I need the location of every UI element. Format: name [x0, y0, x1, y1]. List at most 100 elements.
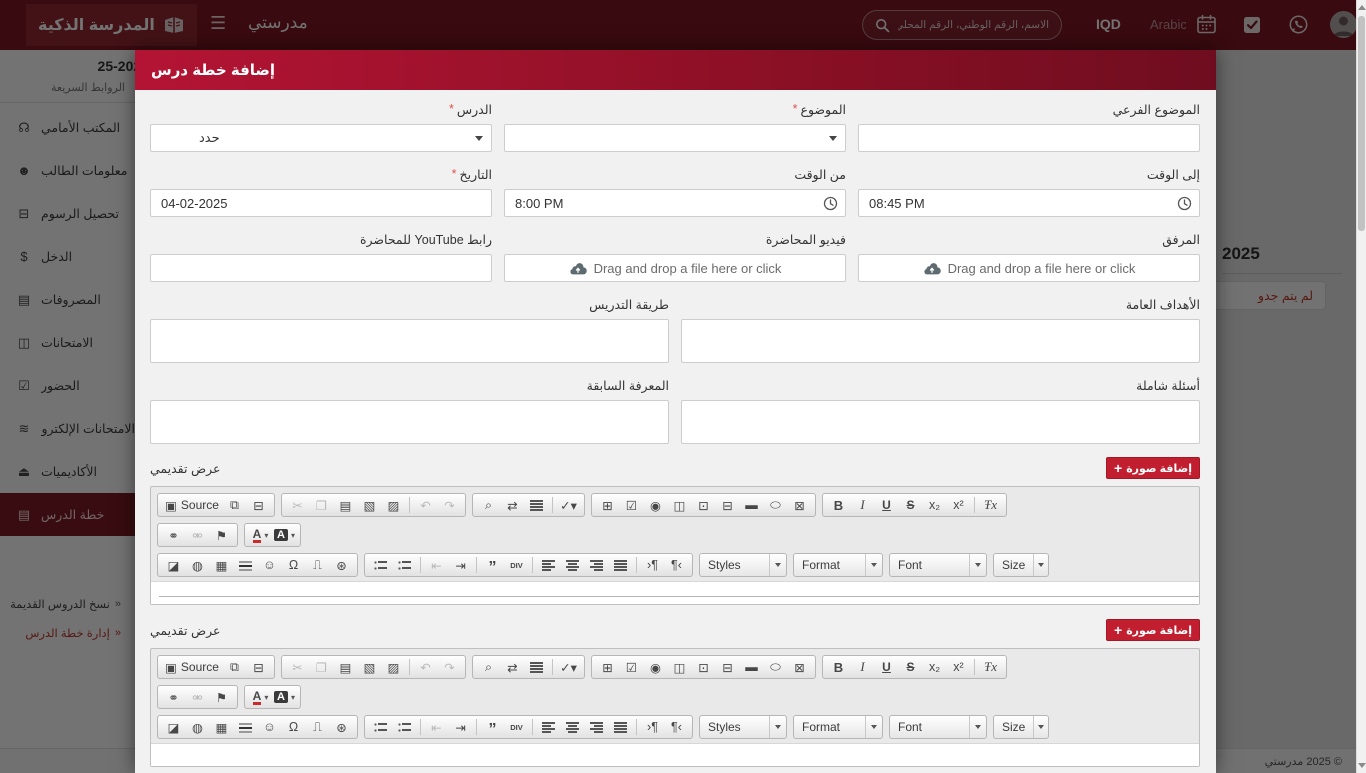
subscript-icon[interactable]: x₂: [923, 495, 946, 516]
text-color-icon[interactable]: A: [249, 687, 272, 708]
indent-icon[interactable]: ⇥: [449, 555, 472, 576]
size-dropdown[interactable]: Size: [993, 553, 1049, 577]
textarea-field-icon[interactable]: ⊡: [692, 495, 715, 516]
subscript-icon[interactable]: x₂: [923, 657, 946, 678]
page-scrollbar[interactable]: [1356, 0, 1366, 773]
bidi-rtl-icon[interactable]: ¶‹: [665, 555, 688, 576]
text-field-icon[interactable]: ◫: [668, 657, 691, 678]
paste-text-icon[interactable]: ▧: [358, 657, 381, 678]
align-right-icon[interactable]: [585, 555, 608, 576]
align-right-icon[interactable]: [585, 717, 608, 738]
horizontal-rule-icon[interactable]: [234, 717, 257, 738]
replace-icon[interactable]: ⇄: [501, 657, 524, 678]
copy-icon[interactable]: ❐: [310, 657, 333, 678]
editor-content-area[interactable]: [151, 743, 1199, 766]
bidi-rtl-icon[interactable]: ¶‹: [665, 717, 688, 738]
paste-word-icon[interactable]: ▨: [382, 495, 405, 516]
bold-icon[interactable]: B: [827, 495, 850, 516]
bg-color-icon[interactable]: A: [273, 687, 296, 708]
replace-icon[interactable]: ⇄: [501, 495, 524, 516]
preview-icon[interactable]: ⧉: [223, 657, 246, 678]
add-image-button[interactable]: إضافة صورة+: [1106, 619, 1200, 641]
font-dropdown[interactable]: Font: [889, 715, 987, 739]
source-icon[interactable]: ▣Source: [162, 495, 222, 516]
hidden-field-icon[interactable]: ⊠: [788, 657, 811, 678]
iframe-icon[interactable]: ⊛: [330, 555, 353, 576]
undo-icon[interactable]: ↶: [414, 657, 437, 678]
bg-color-icon[interactable]: A: [273, 525, 296, 546]
editor-content-area[interactable]: [151, 581, 1199, 604]
italic-icon[interactable]: I: [851, 495, 874, 516]
strikethrough-icon[interactable]: S: [899, 495, 922, 516]
spellcheck-icon[interactable]: ✓▾: [557, 495, 580, 516]
radio-icon[interactable]: ◉: [644, 657, 667, 678]
add-image-button[interactable]: إضافة صورة+: [1106, 457, 1200, 479]
bidi-ltr-icon[interactable]: ›¶: [641, 717, 664, 738]
iframe-icon[interactable]: ⊛: [330, 717, 353, 738]
text-field-icon[interactable]: ◫: [668, 495, 691, 516]
div-container-icon[interactable]: DIV: [505, 555, 528, 576]
paste-icon[interactable]: ▤: [334, 495, 357, 516]
select-all-icon[interactable]: [525, 657, 548, 678]
table-icon[interactable]: ▦: [210, 717, 233, 738]
prior-knowledge-textarea[interactable]: [150, 400, 669, 444]
flash-icon[interactable]: ◍: [186, 717, 209, 738]
indent-icon[interactable]: ⇥: [449, 717, 472, 738]
time-to-input[interactable]: 08:45 PM: [858, 189, 1200, 217]
paste-text-icon[interactable]: ▧: [358, 495, 381, 516]
form-button-icon[interactable]: ▬: [740, 657, 763, 678]
checkbox-icon[interactable]: ☑: [620, 657, 643, 678]
lecture-video-dropzone[interactable]: Drag and drop a file here or click: [504, 254, 846, 282]
align-center-icon[interactable]: [561, 717, 584, 738]
cut-icon[interactable]: ✂: [286, 495, 309, 516]
find-icon[interactable]: ⌕: [477, 495, 500, 516]
scroll-up-arrow-icon[interactable]: [1358, 5, 1366, 10]
styles-dropdown[interactable]: Styles: [699, 553, 787, 577]
blockquote-icon[interactable]: ”: [481, 717, 504, 738]
page-break-icon[interactable]: ⎍: [306, 555, 329, 576]
select-field-icon[interactable]: ⊟: [716, 657, 739, 678]
outdent-icon[interactable]: ⇤: [425, 555, 448, 576]
subject-select[interactable]: [504, 124, 846, 152]
form-icon[interactable]: ⊞: [596, 495, 619, 516]
image-button-icon[interactable]: ⬭: [764, 495, 787, 516]
youtube-link-input[interactable]: [150, 254, 492, 282]
smiley-icon[interactable]: ☺: [258, 717, 281, 738]
align-justify-icon[interactable]: [609, 555, 632, 576]
teaching-method-textarea[interactable]: [150, 319, 669, 363]
special-char-icon[interactable]: Ω: [282, 555, 305, 576]
lesson-select[interactable]: حدد: [150, 124, 492, 152]
attachment-dropzone[interactable]: Drag and drop a file here or click: [858, 254, 1200, 282]
preview-icon[interactable]: ⧉: [223, 495, 246, 516]
superscript-icon[interactable]: x²: [947, 657, 970, 678]
bulleted-list-icon[interactable]: [393, 555, 416, 576]
paste-icon[interactable]: ▤: [334, 657, 357, 678]
comprehensive-questions-textarea[interactable]: [681, 400, 1200, 444]
spellcheck-icon[interactable]: ✓▾: [557, 657, 580, 678]
font-dropdown[interactable]: Font: [889, 553, 987, 577]
align-justify-icon[interactable]: [609, 717, 632, 738]
size-dropdown[interactable]: Size: [993, 715, 1049, 739]
special-char-icon[interactable]: Ω: [282, 717, 305, 738]
paste-word-icon[interactable]: ▨: [382, 657, 405, 678]
anchor-icon[interactable]: ⚑: [210, 687, 233, 708]
align-center-icon[interactable]: [561, 555, 584, 576]
general-objectives-textarea[interactable]: [681, 319, 1200, 363]
numbered-list-icon[interactable]: [369, 555, 392, 576]
bidi-ltr-icon[interactable]: ›¶: [641, 555, 664, 576]
numbered-list-icon[interactable]: [369, 717, 392, 738]
unlink-icon[interactable]: ⚮: [186, 687, 209, 708]
styles-dropdown[interactable]: Styles: [699, 715, 787, 739]
align-left-icon[interactable]: [537, 717, 560, 738]
checkbox-icon[interactable]: ☑: [620, 495, 643, 516]
remove-format-icon[interactable]: Ŧx: [979, 657, 1002, 678]
flash-icon[interactable]: ◍: [186, 555, 209, 576]
image-icon[interactable]: ◪: [162, 555, 185, 576]
print-icon[interactable]: ⊟: [247, 495, 270, 516]
radio-icon[interactable]: ◉: [644, 495, 667, 516]
select-all-icon[interactable]: [525, 495, 548, 516]
unlink-icon[interactable]: ⚮: [186, 525, 209, 546]
page-break-icon[interactable]: ⎍: [306, 717, 329, 738]
anchor-icon[interactable]: ⚑: [210, 525, 233, 546]
image-button-icon[interactable]: ⬭: [764, 657, 787, 678]
